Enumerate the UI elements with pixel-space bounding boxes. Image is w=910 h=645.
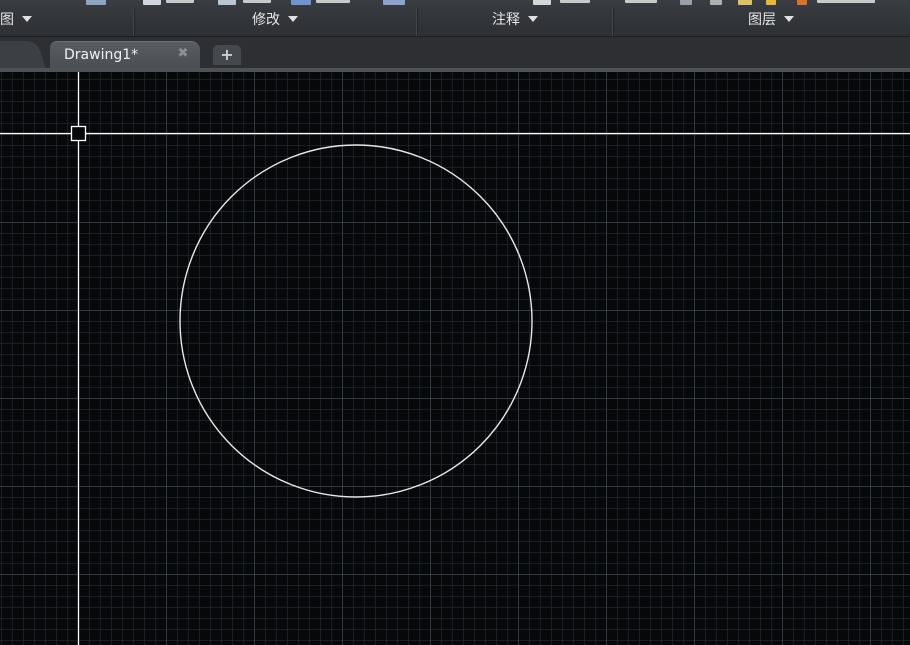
- layer-color-icon[interactable]: [797, 0, 807, 5]
- layer-lock-icon[interactable]: [766, 0, 776, 5]
- panel-title-annotation[interactable]: 注释: [492, 10, 538, 28]
- view-tool-icon[interactable]: [86, 0, 106, 5]
- table-tool-label[interactable]: [560, 0, 590, 3]
- panel-title-layers[interactable]: 图层: [748, 10, 794, 28]
- tab-start[interactable]: [0, 41, 46, 69]
- layer-state-icon[interactable]: [680, 0, 692, 5]
- chevron-down-icon: [22, 16, 32, 22]
- close-icon[interactable]: ✖: [176, 46, 190, 62]
- table-tool-icon[interactable]: [533, 0, 551, 5]
- layer-freeze-icon[interactable]: [738, 0, 752, 5]
- mirror-tool-label[interactable]: [243, 0, 271, 3]
- chevron-down-icon: [528, 16, 538, 22]
- modify-more-icon[interactable]: [383, 0, 405, 5]
- tab-title: Drawing1*: [64, 47, 139, 63]
- array-tool-icon[interactable]: [291, 0, 311, 5]
- mirror-tool-icon[interactable]: [218, 0, 236, 5]
- ribbon: 图 修改 注释 图层: [0, 0, 910, 37]
- ribbon-tool-row-cropped: [0, 0, 910, 8]
- new-tab-button[interactable]: +: [213, 45, 241, 65]
- panel-title-modify[interactable]: 修改: [252, 10, 298, 28]
- crosshair-pickbox: [70, 125, 87, 142]
- array-tool-label[interactable]: [316, 0, 350, 3]
- panel-title-draw[interactable]: 图: [0, 10, 32, 28]
- copy-tool-label[interactable]: [166, 0, 194, 3]
- drawing-layer: [0, 72, 910, 645]
- copy-tool-icon[interactable]: [143, 0, 161, 5]
- layer-current-label[interactable]: [817, 0, 875, 3]
- drawing-canvas[interactable]: [0, 72, 910, 645]
- chevron-down-icon: [784, 16, 794, 22]
- chevron-down-icon: [288, 16, 298, 22]
- panel-title-text: 图: [0, 12, 14, 28]
- tab-drawing1[interactable]: Drawing1* ✖: [50, 41, 206, 70]
- file-tab-bar: Drawing1* ✖ +: [0, 37, 910, 70]
- autocad-window: 图 修改 注释 图层 Drawing1* ✖ +: [0, 0, 910, 645]
- panel-title-text: 注释: [492, 12, 520, 28]
- layer-match-icon[interactable]: [710, 0, 722, 5]
- panel-title-text: 修改: [252, 12, 280, 28]
- circle-object[interactable]: [179, 144, 533, 498]
- layer-props-label[interactable]: [625, 0, 657, 3]
- panel-title-text: 图层: [748, 12, 776, 28]
